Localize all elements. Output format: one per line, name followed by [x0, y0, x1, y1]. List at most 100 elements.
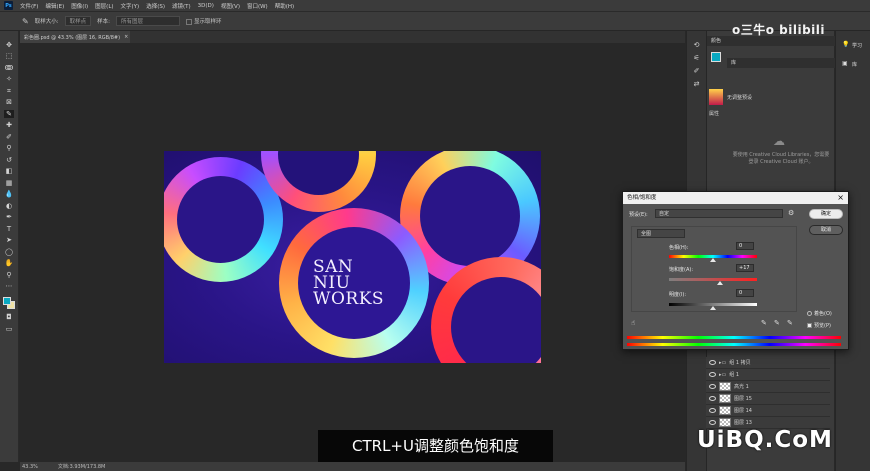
eye-icon[interactable] [709, 360, 716, 365]
panel-foreground-swatch[interactable] [711, 52, 721, 62]
ok-button[interactable]: 确定 [809, 209, 843, 219]
eyedropper-subtract-icon[interactable]: ✎ [787, 319, 793, 327]
creative-cloud-icon: ☁ [773, 134, 785, 148]
menu-help[interactable]: 帮助(H) [275, 2, 294, 10]
quick-mask-icon[interactable]: ◘ [4, 314, 14, 322]
menu-edit[interactable]: 编辑(E) [45, 2, 64, 10]
layer-row[interactable]: 图层 14 [706, 405, 830, 417]
eyedropper-add-icon[interactable]: ✎ [774, 319, 780, 327]
menu-layer[interactable]: 图层(L) [95, 2, 113, 10]
channel-select[interactable]: 全图 [637, 229, 685, 238]
library-panel-tab[interactable]: 库 [727, 58, 835, 68]
eraser-tool-icon[interactable]: ◧ [4, 168, 14, 176]
preview-checkbox[interactable]: 预览(P) [807, 322, 831, 329]
learn-icon[interactable]: 💡 [842, 41, 849, 48]
menu-window[interactable]: 窗口(W) [247, 2, 268, 10]
layer-row[interactable]: ▸▭ 组 1 拷贝 [706, 357, 830, 369]
properties-panel-tab[interactable]: 属性 [709, 110, 719, 117]
eye-icon[interactable] [709, 396, 716, 401]
brush-settings-icon[interactable]: ✐ [692, 67, 702, 75]
preset-select[interactable]: 自定 [655, 209, 783, 218]
hue-label: 色相(H): [669, 245, 689, 251]
library-label[interactable]: 库 [852, 61, 857, 68]
menu-type[interactable]: 文字(Y) [121, 2, 140, 10]
pen-tool-icon[interactable]: ✒ [4, 214, 14, 222]
eyedropper-icon[interactable]: ✎ [22, 17, 29, 26]
saturation-input[interactable]: +17 [736, 264, 754, 272]
zoom-tool-icon[interactable]: ⚲ [4, 271, 14, 279]
eyedropper-icon[interactable]: ✎ [761, 319, 767, 327]
eyedropper-tool-icon[interactable]: ✎ [4, 110, 14, 118]
layer-thumbnail [719, 382, 731, 391]
eye-icon[interactable] [709, 384, 716, 389]
color-swatches[interactable] [2, 296, 16, 310]
layer-name: 高光 1 [734, 384, 749, 390]
gradient-swatch-icon[interactable] [709, 89, 723, 105]
history-brush-tool-icon[interactable]: ↺ [4, 156, 14, 164]
sample-size-select[interactable]: 取样点 [64, 16, 92, 26]
gradient-tool-icon[interactable]: ▦ [4, 179, 14, 187]
show-ring-label: 显示取样环 [193, 19, 222, 25]
menu-select[interactable]: 选择(S) [146, 2, 165, 10]
path-selection-tool-icon[interactable]: ➤ [4, 237, 14, 245]
screen-mode-icon[interactable]: ▭ [4, 325, 14, 333]
document-tab[interactable]: 彩色圈.psd @ 43.3% (图层 16, RGB/8#) × [20, 31, 130, 43]
sample-label: 样本: [97, 19, 110, 25]
layer-row[interactable]: 高光 1 [706, 381, 830, 393]
color-ramp-input [627, 336, 841, 339]
folder-icon: ▸▭ [719, 359, 727, 366]
history-icon[interactable]: ⟲ [692, 41, 702, 49]
hue-slider-thumb[interactable] [710, 258, 716, 262]
saturation-slider-thumb[interactable] [717, 281, 724, 285]
hand-tool-icon[interactable]: ✋ [4, 260, 14, 268]
document-canvas[interactable]: SAN NIU WORKS [164, 151, 541, 363]
hue-input[interactable]: 0 [736, 242, 754, 250]
layer-row[interactable]: 图层 15 [706, 393, 830, 405]
menu-filter[interactable]: 滤镜(T) [172, 2, 191, 10]
dialog-title: 色相/饱和度 [623, 192, 848, 204]
foreground-color-swatch[interactable] [3, 297, 11, 305]
menu-view[interactable]: 视图(V) [221, 2, 240, 10]
eye-icon[interactable] [709, 420, 716, 425]
cancel-button[interactable]: 取消 [809, 225, 843, 235]
hand-adjust-icon[interactable]: ☝ [631, 319, 635, 327]
brush-tool-icon[interactable]: ✐ [4, 133, 14, 141]
menu-image[interactable]: 图像(I) [71, 2, 88, 10]
healing-brush-tool-icon[interactable]: ✚ [4, 122, 14, 130]
document-size[interactable]: 文档:3.93M/173.8M [58, 463, 105, 470]
zoom-level[interactable]: 43.3% [22, 464, 38, 470]
layer-thumbnail [719, 418, 731, 427]
lightness-slider-thumb[interactable] [710, 306, 716, 310]
type-tool-icon[interactable]: T [4, 225, 14, 233]
layer-name: 图层 14 [734, 408, 752, 414]
dodge-tool-icon[interactable]: ◐ [4, 202, 14, 210]
more-tools-icon[interactable]: ⋯ [4, 283, 14, 291]
move-tool-icon[interactable]: ✥ [4, 41, 14, 49]
eye-icon[interactable] [709, 372, 716, 377]
marquee-tool-icon[interactable]: ⬚ [4, 53, 14, 61]
crop-tool-icon[interactable]: ⌗ [4, 87, 14, 95]
shape-tool-icon[interactable]: ◯ [4, 248, 14, 256]
colorize-checkbox[interactable]: 着色(O) [807, 310, 832, 317]
gear-icon[interactable]: ⚙ [788, 209, 794, 217]
lasso-tool-icon[interactable]: ↂ [4, 64, 14, 72]
menu-3d[interactable]: 3D(D) [198, 3, 214, 9]
stamp-tool-icon[interactable]: ⚲ [4, 145, 14, 153]
lightness-input[interactable]: 0 [736, 289, 754, 297]
show-ring-checkbox[interactable]: 显示取样环 [185, 17, 222, 25]
library-icon[interactable]: ▣ [842, 60, 848, 67]
blur-tool-icon[interactable]: 💧 [4, 191, 14, 199]
swatch-toggle-icon[interactable]: ⇄ [692, 80, 702, 88]
layer-row[interactable]: ▸▭ 组 1 [706, 369, 830, 381]
adjust-sliders-icon[interactable]: ⚟ [692, 54, 702, 62]
learn-label[interactable]: 学习 [852, 42, 862, 49]
artwork-brand-text: SAN NIU WORKS [313, 259, 413, 308]
close-icon[interactable]: × [124, 34, 128, 40]
sample-select[interactable]: 所有图层 [115, 16, 180, 26]
close-icon[interactable]: × [837, 192, 844, 204]
eye-icon[interactable] [709, 408, 716, 413]
saturation-slider[interactable] [669, 278, 757, 281]
menu-file[interactable]: 文件(F) [20, 2, 38, 10]
frame-tool-icon[interactable]: ⊠ [4, 99, 14, 107]
magic-wand-tool-icon[interactable]: ✧ [4, 76, 14, 84]
